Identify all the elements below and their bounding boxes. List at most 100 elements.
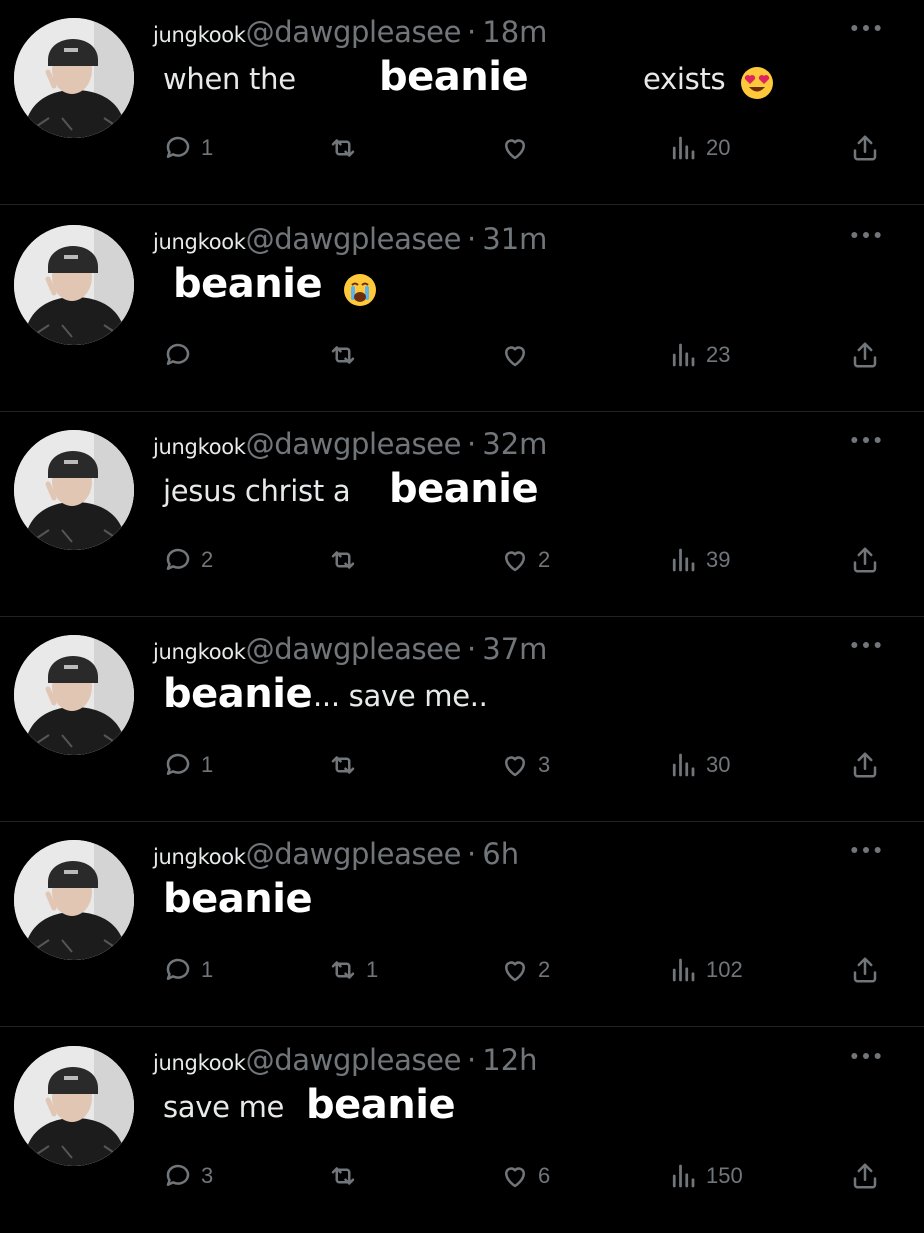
views-count: 23 [706,342,731,367]
reply-button[interactable]: 1 [163,128,213,168]
timestamp[interactable]: 32m [482,427,547,461]
retweet-button[interactable] [328,745,366,785]
avatar[interactable] [14,430,134,550]
views-count: 102 [706,957,743,982]
user-handle[interactable]: @dawgpleasee [246,222,462,256]
views-button[interactable]: 20 [668,128,730,168]
retweet-button[interactable] [328,128,366,168]
user-handle[interactable]: @dawgpleasee [246,632,462,666]
views-button[interactable]: 39 [668,540,730,580]
display-name[interactable]: jungkook [153,435,246,459]
like-button[interactable]: 6 [500,1156,550,1196]
retweet-icon [328,1161,358,1191]
retweet-button[interactable] [328,540,366,580]
share-button[interactable] [850,335,880,375]
reply-button[interactable]: 1 [163,745,213,785]
user-handle[interactable]: @dawgpleasee [246,1043,462,1077]
more-icon[interactable] [846,840,886,860]
avatar[interactable] [14,18,134,138]
heart-eyes-emoji [740,66,774,100]
tweet[interactable]: jungkook@dawgpleasee · 6h beanie 1 1 2 102 [0,822,924,1027]
retweet-icon [328,955,358,985]
share-button[interactable] [850,950,880,990]
retweet-icon [328,133,358,163]
share-button[interactable] [850,1156,880,1196]
views-button[interactable]: 102 [668,950,743,990]
reply-icon [163,955,193,985]
replies-count: 3 [201,1163,214,1188]
avatar[interactable] [14,635,134,755]
share-button[interactable] [850,745,880,785]
share-icon [850,133,880,163]
more-icon[interactable] [846,635,886,655]
user-handle[interactable]: @dawgpleasee [246,427,462,461]
views-icon [668,1161,698,1191]
timestamp[interactable]: 31m [482,222,547,256]
reply-button[interactable]: 3 [163,1156,213,1196]
tweet[interactable]: jungkook@dawgpleasee · 12h save me beanie 3 6 1… [0,1028,924,1233]
display-name[interactable]: jungkook [153,640,246,664]
tweet-text-part: jesus christ a [163,474,351,508]
views-button[interactable]: 23 [668,335,730,375]
heart-icon [500,955,530,985]
views-icon [668,955,698,985]
separator-dot: · [467,15,477,49]
tweet-actions: 23 [0,335,924,375]
avatar[interactable] [14,1046,134,1166]
tweet-text: jesus christ a beanie [163,466,883,526]
display-name[interactable]: jungkook [153,23,246,47]
tweet-actions: 2 2 39 [0,540,924,580]
share-icon [850,750,880,780]
share-button[interactable] [850,128,880,168]
avatar[interactable] [14,840,134,960]
like-button[interactable]: 2 [500,950,550,990]
display-name[interactable]: jungkook [153,1051,246,1075]
share-button[interactable] [850,540,880,580]
retweet-icon [328,340,358,370]
reply-button[interactable] [163,335,201,375]
avatar[interactable] [14,225,134,345]
retweet-button[interactable]: 1 [328,950,378,990]
more-icon[interactable] [846,225,886,245]
like-button[interactable]: 3 [500,745,550,785]
retweet-button[interactable] [328,335,366,375]
tweet[interactable]: jungkook@dawgpleasee · 32m jesus christ a be… [0,412,924,617]
display-name[interactable]: jungkook [153,230,246,254]
views-count: 39 [706,547,731,572]
views-button[interactable]: 30 [668,745,730,785]
tweet[interactable]: jungkook@dawgpleasee · 18m when the beanie ex… [0,0,924,205]
more-icon[interactable] [846,430,886,450]
timestamp[interactable]: 37m [482,632,547,666]
like-button[interactable] [500,128,538,168]
views-icon [668,340,698,370]
reply-icon [163,750,193,780]
retweet-button[interactable] [328,1156,366,1196]
share-icon [850,1161,880,1191]
like-button[interactable] [500,335,538,375]
views-count: 30 [706,752,731,777]
reply-icon [163,340,193,370]
tweet[interactable]: jungkook@dawgpleasee · 37m beanie... save m… [0,617,924,822]
user-handle[interactable]: @dawgpleasee [246,837,462,871]
tweet[interactable]: jungkook@dawgpleasee · 31m beanie 23 [0,207,924,412]
tweet-text: beanie [163,876,883,936]
more-icon[interactable] [846,18,886,38]
timestamp[interactable]: 18m [482,15,547,49]
timestamp[interactable]: 6h [482,837,519,871]
views-button[interactable]: 150 [668,1156,743,1196]
reply-button[interactable]: 1 [163,950,213,990]
tweet-header: jungkook@dawgpleasee · 37m [153,629,547,675]
likes-count: 2 [538,957,551,982]
like-button[interactable]: 2 [500,540,550,580]
more-icon[interactable] [846,1046,886,1066]
tweet-text-part: when the [163,62,296,96]
user-handle[interactable]: @dawgpleasee [246,15,462,49]
share-icon [850,340,880,370]
views-count: 150 [706,1163,743,1188]
reply-button[interactable]: 2 [163,540,213,580]
timestamp[interactable]: 12h [482,1043,537,1077]
likes-count: 2 [538,547,551,572]
separator-dot: · [467,427,477,461]
tweet-divider [0,1026,924,1027]
display-name[interactable]: jungkook [153,845,246,869]
